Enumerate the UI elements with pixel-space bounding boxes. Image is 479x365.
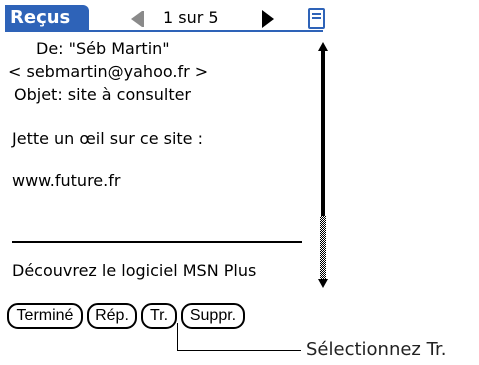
scrollbar-track[interactable] — [320, 216, 326, 279]
menu-icon-line — [312, 13, 321, 15]
scrollbar-thumb[interactable] — [321, 51, 325, 216]
callout-leader-vertical — [177, 323, 178, 350]
title-tab[interactable]: Reçus — [5, 5, 89, 31]
menu-icon-line — [312, 17, 321, 19]
menu-icon[interactable] — [308, 8, 325, 29]
callout-text: Sélectionnez Tr. — [306, 339, 447, 360]
forward-button[interactable]: Tr. — [141, 303, 177, 329]
signature-separator — [12, 241, 302, 243]
callout-leader-horizontal — [177, 350, 301, 351]
page-indicator: 1 sur 5 — [163, 8, 219, 27]
title-rule — [5, 30, 323, 32]
reply-button[interactable]: Rép. — [87, 303, 137, 329]
title-label: Reçus — [10, 7, 71, 28]
body-line-1: Jette un œil sur ce site : — [12, 129, 203, 148]
from-line: De: "Séb Martin" — [36, 39, 170, 58]
done-button[interactable]: Terminé — [7, 303, 83, 329]
scroll-down-icon[interactable] — [318, 279, 328, 288]
scroll-up-icon[interactable] — [318, 42, 328, 51]
previous-arrow-icon[interactable] — [131, 11, 144, 27]
subject-line: Objet: site à consulter — [14, 85, 192, 104]
next-arrow-icon[interactable] — [262, 10, 274, 28]
signature-text: Découvrez le logiciel MSN Plus — [12, 261, 257, 280]
email-line: < sebmartin@yahoo.fr > — [8, 62, 209, 81]
body-line-2: www.future.fr — [12, 171, 121, 190]
palm-screen: Reçus 1 sur 5 De: "Séb Martin" < sebmart… — [5, 5, 333, 335]
delete-button[interactable]: Suppr. — [181, 303, 245, 329]
